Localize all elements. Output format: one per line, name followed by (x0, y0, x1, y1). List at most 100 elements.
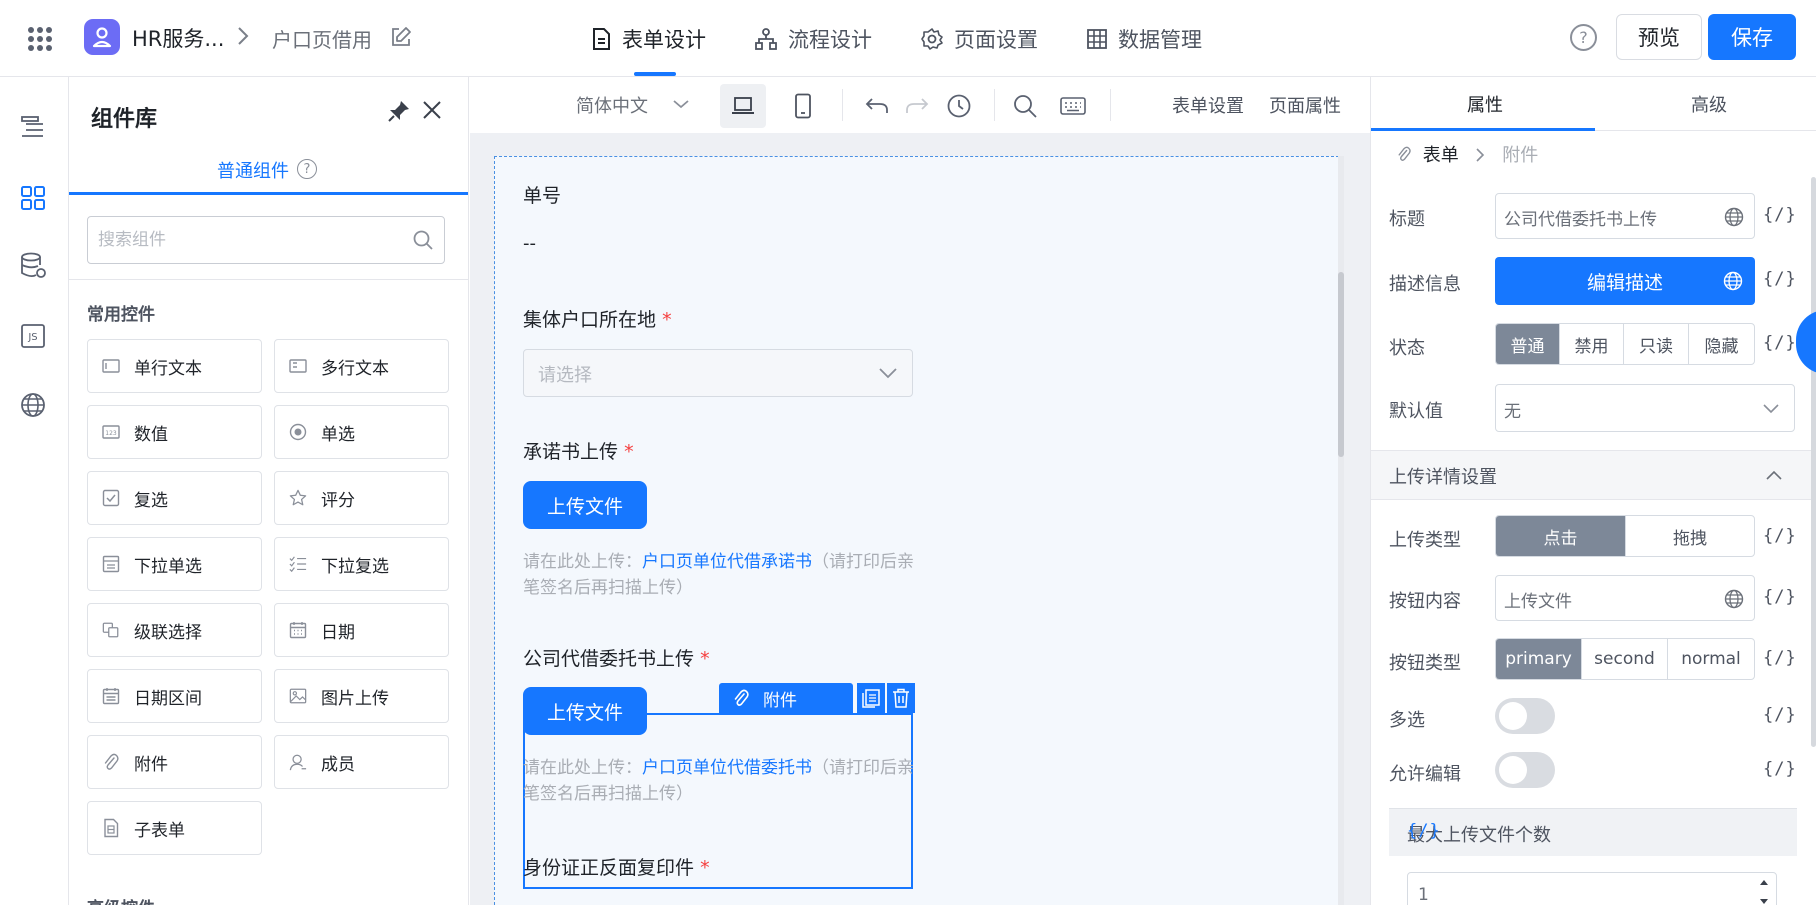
status-option-hidden[interactable]: 隐藏 (1689, 324, 1754, 364)
upload-settings-section[interactable]: 上传详情设置 (1371, 450, 1811, 500)
search-icon[interactable] (412, 229, 434, 256)
upload-type-click[interactable]: 点击 (1496, 516, 1626, 556)
tab-data-management[interactable]: 数据管理 (1086, 0, 1202, 77)
component-multi-line-text[interactable]: 多行文本 (274, 339, 449, 393)
selected-component-tag[interactable]: 附件 (719, 683, 853, 713)
undo-icon (865, 98, 888, 113)
component-date[interactable]: 日期 (274, 603, 449, 657)
component-subform[interactable]: 子表单 (87, 801, 262, 855)
outline-tree-icon[interactable] (18, 113, 48, 143)
component-label: 子表单 (134, 820, 185, 841)
language-select[interactable]: 简体中文 (576, 92, 648, 118)
max-files-expression-button[interactable]: {/} (1407, 821, 1779, 841)
status-option-readonly[interactable]: 只读 (1624, 324, 1689, 364)
canvas-scrollbar-track (1338, 156, 1344, 905)
redo-button[interactable] (894, 84, 940, 128)
button-type-second[interactable]: second (1582, 639, 1668, 679)
tab-attributes[interactable]: 属性 (1467, 91, 1503, 117)
help-icon[interactable]: ? (1570, 24, 1597, 51)
multi-select-toggle[interactable] (1495, 698, 1555, 734)
title-value: 公司代借委托书上传 (1504, 210, 1657, 230)
keyboard-shortcuts-button[interactable] (1050, 84, 1096, 128)
upload-type-expression-button[interactable]: {/} (1763, 526, 1797, 546)
title-input[interactable]: 公司代借委托书上传 (1495, 193, 1755, 239)
household-location-select[interactable]: 请选择 (523, 349, 913, 397)
radio-icon (289, 423, 307, 441)
max-files-input[interactable]: 1 (1407, 872, 1777, 905)
status-option-normal[interactable]: 普通 (1496, 324, 1560, 364)
component-cascade[interactable]: 级联选择 (87, 603, 262, 657)
preview-button[interactable]: 预览 (1616, 14, 1702, 60)
chevron-down-icon[interactable] (672, 96, 690, 117)
tab-form-design[interactable]: 表单设计 (590, 0, 706, 77)
components-grid-icon[interactable] (18, 183, 48, 213)
database-settings-icon[interactable] (18, 251, 48, 281)
globe-icon[interactable] (1724, 589, 1744, 609)
button-type-normal[interactable]: normal (1668, 639, 1754, 679)
default-value-select[interactable]: 无 (1495, 384, 1795, 432)
save-button[interactable]: 保存 (1708, 14, 1796, 60)
canvas-scrollbar[interactable] (1338, 272, 1344, 457)
form-settings-button[interactable]: 表单设置 (1172, 92, 1244, 118)
component-image-upload[interactable]: 图片上传 (274, 669, 449, 723)
allow-edit-toggle[interactable] (1495, 752, 1555, 788)
multi-select-expression-button[interactable]: {/} (1763, 705, 1797, 725)
edit-description-button[interactable]: 编辑描述 (1495, 257, 1755, 305)
commitment-upload-button[interactable]: 上传文件 (523, 481, 647, 529)
tab-advanced[interactable]: 高级 (1691, 91, 1727, 117)
component-member[interactable]: 成员 (274, 735, 449, 789)
tab-flow-design[interactable]: 流程设计 (754, 0, 872, 77)
delete-component-button[interactable] (887, 683, 915, 713)
upload-type-drag[interactable]: 拖拽 (1626, 516, 1754, 556)
search-button[interactable] (1002, 84, 1048, 128)
copy-component-button[interactable] (857, 683, 885, 713)
tab-label: 数据管理 (1118, 27, 1202, 52)
component-radio[interactable]: 单选 (274, 405, 449, 459)
mobile-view-button[interactable] (780, 84, 826, 128)
component-dropdown-single[interactable]: 下拉单选 (87, 537, 262, 591)
apps-grid-icon[interactable] (28, 27, 52, 51)
breadcrumb-form[interactable]: 表单 (1423, 145, 1459, 166)
properties-scrollbar[interactable] (1811, 177, 1816, 747)
component-single-line-text[interactable]: 单行文本 (87, 339, 262, 393)
entrust-upload-button[interactable]: 上传文件 (523, 687, 647, 735)
desktop-view-button[interactable] (720, 84, 766, 128)
upload-type-label: 上传类型 (1389, 530, 1461, 551)
tab-page-settings[interactable]: 页面设置 (920, 0, 1038, 77)
status-option-disabled[interactable]: 禁用 (1560, 324, 1624, 364)
close-icon[interactable] (421, 99, 443, 126)
globe-icon[interactable] (1723, 271, 1743, 291)
stepper-arrows-icon[interactable] (1758, 875, 1770, 905)
component-date-range[interactable]: 日期区间 (87, 669, 262, 723)
commitment-template-link[interactable]: 户口页单位代借承诺书 (642, 552, 812, 572)
component-number[interactable]: 123 数值 (87, 405, 262, 459)
description-expression-button[interactable]: {/} (1763, 269, 1797, 289)
component-attachment[interactable]: 附件 (87, 735, 262, 789)
component-rating[interactable]: 评分 (274, 471, 449, 525)
js-script-icon[interactable]: JS (18, 321, 48, 351)
globe-icon[interactable] (1724, 207, 1744, 227)
button-content-input[interactable]: 上传文件 (1495, 575, 1755, 621)
page-properties-button[interactable]: 页面属性 (1269, 92, 1341, 118)
component-dropdown-multi[interactable]: 下拉复选 (274, 537, 449, 591)
search-input[interactable] (88, 217, 388, 263)
paperclip-icon (734, 689, 749, 706)
component-checkbox[interactable]: 复选 (87, 471, 262, 525)
pin-icon[interactable] (387, 99, 411, 128)
design-canvas: 简体中文 表单设置 页面属性 单号 -- 集体户口所在地 * 请选择 承诺书上传… (470, 77, 1370, 905)
button-type-primary[interactable]: primary (1496, 639, 1582, 679)
app-title[interactable]: HR服务... (132, 23, 224, 53)
allow-edit-expression-button[interactable]: {/} (1763, 759, 1797, 779)
title-expression-button[interactable]: {/} (1763, 205, 1797, 225)
entrust-template-link[interactable]: 户口页单位代借委托书 (642, 758, 812, 778)
button-content-expression-button[interactable]: {/} (1763, 587, 1797, 607)
tab-common-components[interactable]: 普通组件 ? (69, 157, 468, 195)
flow-icon (755, 27, 777, 50)
status-expression-button[interactable]: {/} (1763, 333, 1797, 353)
button-type-expression-button[interactable]: {/} (1763, 648, 1797, 668)
edit-icon[interactable] (390, 26, 412, 53)
globe-icon[interactable] (18, 390, 48, 420)
help-icon[interactable]: ? (297, 159, 317, 179)
select-placeholder: 请选择 (538, 365, 592, 386)
history-button[interactable] (936, 84, 982, 128)
